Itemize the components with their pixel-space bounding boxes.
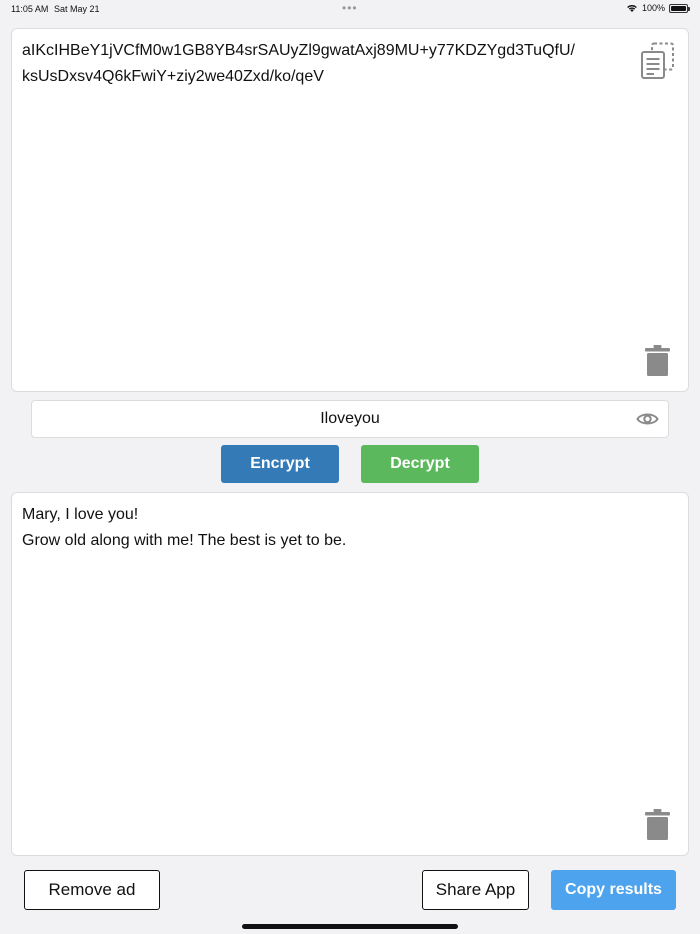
password-value[interactable]: Iloveyou: [32, 410, 668, 428]
wifi-icon: [627, 5, 637, 12]
input-text[interactable]: aIKcIHBeY1jVCfM0w1GB8YB4srSAUyZl9gwatAxj…: [22, 38, 598, 90]
remove-ad-button[interactable]: Remove ad: [24, 870, 160, 910]
output-text[interactable]: Mary, I love you! Grow old along with me…: [22, 502, 628, 554]
status-bar: 11:05 AM Sat May 21 ••• 100%: [0, 0, 700, 18]
trash-icon[interactable]: [645, 345, 670, 376]
share-app-button[interactable]: Share App: [422, 870, 529, 910]
status-indicators: 100%: [626, 3, 690, 13]
encrypt-button[interactable]: Encrypt: [221, 445, 339, 483]
input-text-area[interactable]: aIKcIHBeY1jVCfM0w1GB8YB4srSAUyZl9gwatAxj…: [11, 28, 689, 392]
battery-icon: [669, 3, 690, 13]
app-screen: 11:05 AM Sat May 21 ••• 100% aIKcIHBeY1j…: [0, 0, 700, 934]
eye-icon[interactable]: [636, 410, 659, 428]
decrypt-button[interactable]: Decrypt: [361, 445, 479, 483]
trash-icon[interactable]: [645, 809, 670, 840]
copy-results-button[interactable]: Copy results: [551, 870, 676, 910]
output-text-area[interactable]: Mary, I love you! Grow old along with me…: [11, 492, 689, 856]
copy-icon[interactable]: [640, 42, 675, 79]
home-indicator[interactable]: [242, 924, 458, 929]
status-time: 11:05 AM: [11, 4, 49, 14]
battery-level: [671, 5, 686, 11]
password-input[interactable]: Iloveyou: [31, 400, 669, 438]
battery-percentage: 100%: [641, 3, 665, 13]
status-date: Sat May 21: [54, 4, 100, 14]
multitasking-dots-icon[interactable]: •••: [342, 1, 358, 15]
